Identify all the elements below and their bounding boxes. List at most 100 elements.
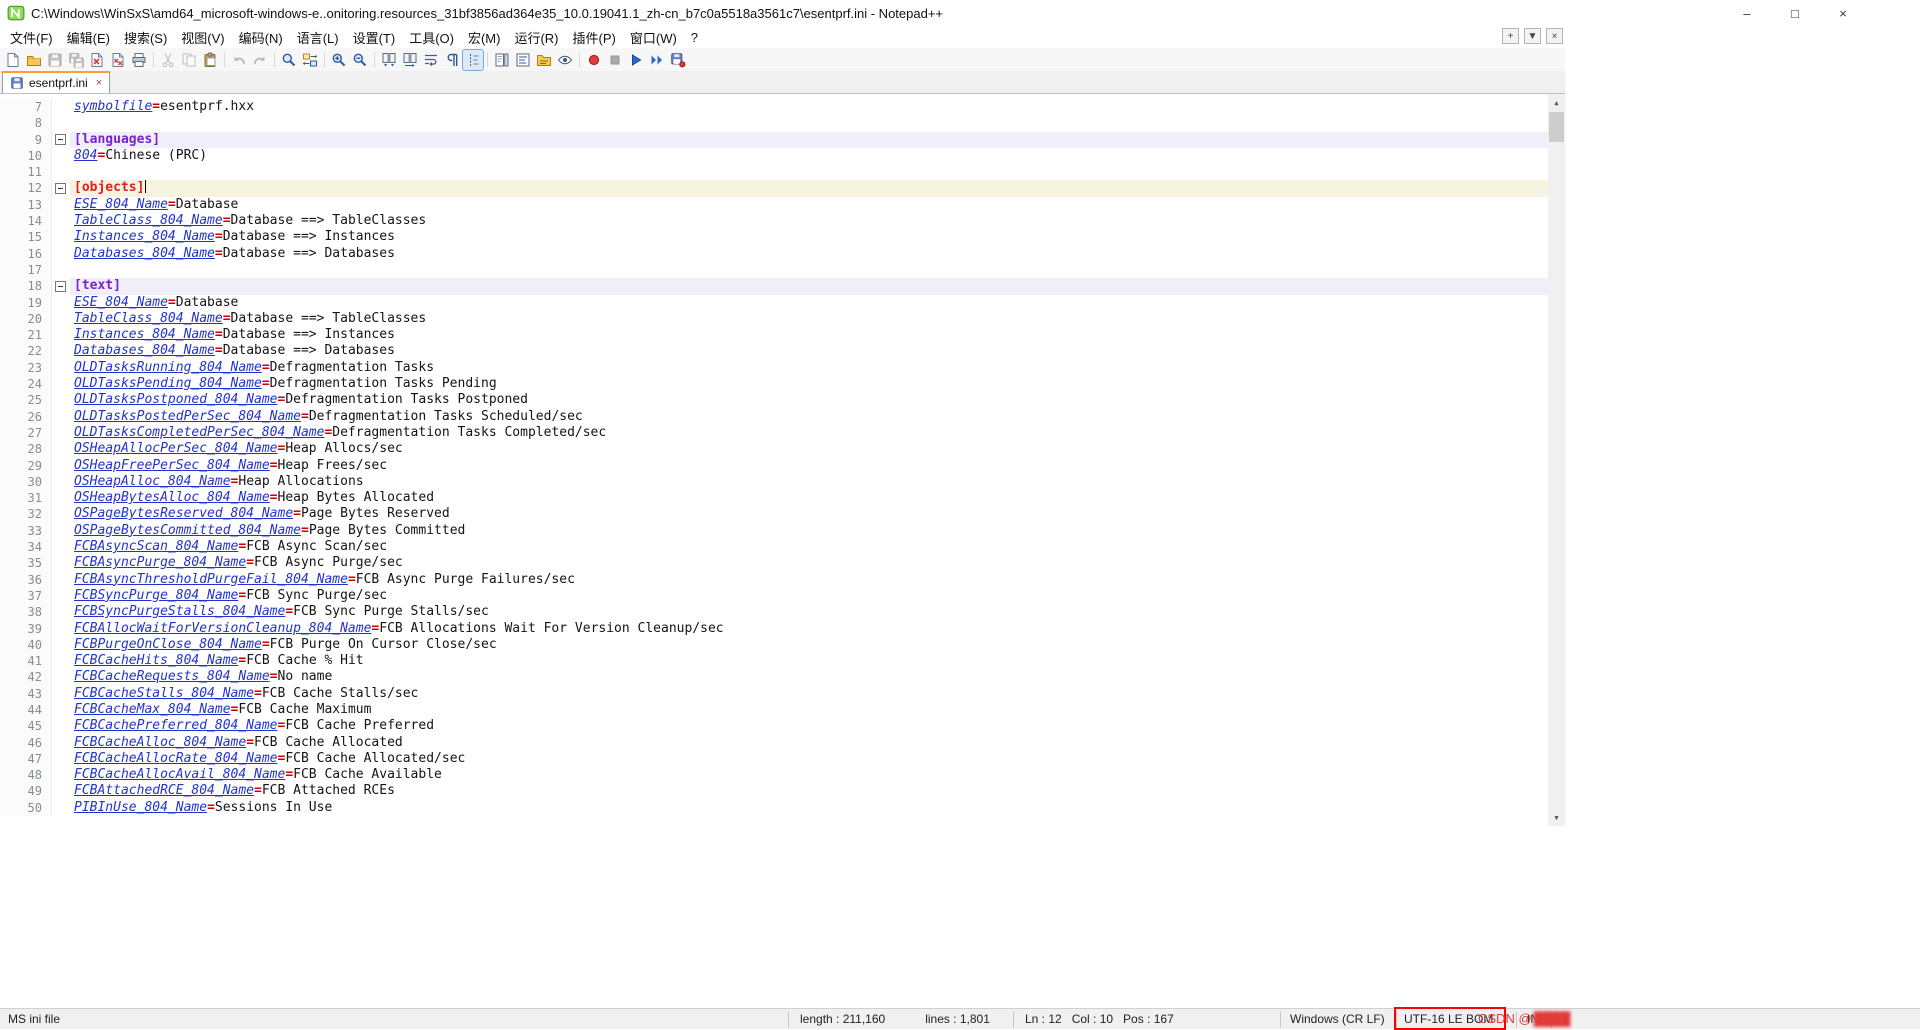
editor-line: 26 OLDTasksPostedPerSec_804_Name=Defragme… <box>0 408 1548 425</box>
editor-line: 45 FCBCachePreferred_804_Name=FCB Cache P… <box>0 718 1548 735</box>
tab-esentprf-ini[interactable]: esentprf.ini × <box>2 71 111 93</box>
menu-settings[interactable]: 设置(T) <box>346 26 403 49</box>
ini-key: TableClass_804_Name <box>74 213 223 229</box>
ini-value: Sessions In Use <box>214 799 333 815</box>
fold-margin <box>52 621 70 637</box>
ini-key: FCBPurgeOnClose_804_Name <box>74 636 262 652</box>
ini-key: OSHeapAlloc_804_Name <box>74 473 231 489</box>
maximize-button[interactable]: □ <box>1771 0 1819 26</box>
line-content: [objects] <box>70 180 1548 197</box>
record-macro-icon[interactable] <box>584 50 604 70</box>
fold-collapse-toggle[interactable] <box>55 280 66 292</box>
replace-icon[interactable] <box>300 50 320 70</box>
fold-margin <box>52 523 70 539</box>
monitoring-icon[interactable] <box>555 50 575 70</box>
close-button[interactable]: × <box>1819 0 1867 26</box>
editor-line: 12 [objects] <box>0 180 1548 197</box>
ini-key: FCBCacheMax_804_Name <box>74 701 231 717</box>
editor-line: 44 FCBCacheMax_804_Name=FCB Cache Maximum <box>0 701 1548 719</box>
menu-language[interactable]: 语言(L) <box>290 26 346 49</box>
sync-horizontal-icon[interactable] <box>400 50 420 70</box>
fold-collapse-toggle[interactable] <box>55 182 66 194</box>
menu-file[interactable]: 文件(F) <box>3 26 60 49</box>
minimize-button[interactable]: – <box>1723 0 1771 26</box>
status-cursor-position: Ln : 12 Col : 10 Pos : 167 <box>1025 1012 1174 1026</box>
line-content: FCBCacheMax_804_Name=FCB Cache Maximum <box>70 702 1548 718</box>
equals-sign: = <box>261 636 270 652</box>
fold-collapse-toggle[interactable] <box>55 134 66 146</box>
scroll-down-arrow[interactable]: ▼ <box>1548 809 1565 826</box>
line-content: OSPageBytesReserved_804_Name=Page Bytes … <box>70 506 1548 522</box>
zoom-out-icon[interactable] <box>350 50 370 70</box>
close-file-icon[interactable] <box>87 50 107 70</box>
line-number: 35 <box>0 555 52 572</box>
line-content: FCBCacheHits_804_Name=FCB Cache % Hit <box>70 653 1548 669</box>
section-header: [text] <box>74 278 121 294</box>
word-wrap-icon[interactable] <box>421 50 441 70</box>
show-all-characters-icon[interactable] <box>442 50 462 70</box>
line-content: symbolfile=esentprf.hxx <box>70 99 1548 115</box>
line-content: FCBCachePreferred_804_Name=FCB Cache Pre… <box>70 718 1548 734</box>
find-icon[interactable] <box>279 50 299 70</box>
tab-list-dropdown[interactable]: ▼ <box>1524 28 1541 44</box>
menu-search[interactable]: 搜索(S) <box>117 26 174 49</box>
save-macro-icon[interactable] <box>668 50 688 70</box>
close-all-icon[interactable] <box>108 50 128 70</box>
ini-value: Database ==> TableClasses <box>230 213 427 229</box>
editor[interactable]: 7 symbolfile=esentprf.hxx 8 9 [languages] 10 8… <box>0 94 1565 826</box>
editor-line: 42 FCBCacheRequests_804_Name=No name <box>0 669 1548 686</box>
menu-encoding[interactable]: 编码(N) <box>232 26 290 49</box>
ini-value: FCB Sync Purge/sec <box>246 587 388 603</box>
line-content: FCBAttachedRCE_804_Name=FCB Attached RCE… <box>70 783 1548 799</box>
menu-tools[interactable]: 工具(O) <box>402 26 461 49</box>
ini-key: OLDTasksCompletedPerSec_804_Name <box>74 424 325 440</box>
run-macro-multiple-icon[interactable] <box>647 50 667 70</box>
save-all-icon[interactable] <box>66 50 86 70</box>
redo-icon[interactable] <box>250 50 270 70</box>
open-folder-icon[interactable] <box>24 50 44 70</box>
indent-guide-icon[interactable] <box>462 48 484 71</box>
paste-icon[interactable] <box>200 50 220 70</box>
status-eol-format[interactable]: Windows (CR LF) <box>1290 1012 1385 1026</box>
equals-sign: = <box>269 490 278 506</box>
menu-run[interactable]: 运行(R) <box>507 26 565 49</box>
menu-macro[interactable]: 宏(M) <box>461 26 508 49</box>
menu-extras: + ▼ × <box>1502 28 1563 44</box>
line-content: FCBPurgeOnClose_804_Name=FCB Purge On Cu… <box>70 637 1548 653</box>
copy-icon[interactable] <box>179 50 199 70</box>
vertical-scrollbar[interactable]: ▲ ▼ <box>1548 94 1565 826</box>
scroll-thumb[interactable] <box>1549 112 1564 142</box>
undo-icon[interactable] <box>229 50 249 70</box>
folder-workspace-icon[interactable] <box>534 50 554 70</box>
line-content: OSHeapBytesAlloc_804_Name=Heap Bytes All… <box>70 490 1548 506</box>
cut-icon[interactable] <box>158 50 178 70</box>
status-encoding[interactable]: UTF-16 LE BOM <box>1404 1012 1493 1026</box>
line-number: 31 <box>0 490 52 507</box>
scroll-up-arrow[interactable]: ▲ <box>1548 94 1565 111</box>
save-icon[interactable] <box>45 50 65 70</box>
status-insert-mode[interactable]: INS <box>1527 1012 1547 1026</box>
menu-plugins[interactable]: 插件(P) <box>566 26 623 49</box>
doc-map-icon[interactable] <box>492 50 512 70</box>
menu-view[interactable]: 视图(V) <box>174 26 231 49</box>
function-list-icon[interactable] <box>513 50 533 70</box>
print-icon[interactable] <box>129 50 149 70</box>
line-number: 26 <box>0 408 52 425</box>
menu-edit[interactable]: 编辑(E) <box>60 26 117 49</box>
stop-macro-icon[interactable] <box>605 50 625 70</box>
line-content: FCBAsyncScan_804_Name=FCB Async Scan/sec <box>70 539 1548 555</box>
new-tab-button[interactable]: + <box>1502 28 1519 44</box>
line-number: 22 <box>0 343 52 360</box>
menu-window[interactable]: 窗口(W) <box>623 26 684 49</box>
equals-sign: = <box>261 359 270 375</box>
extra-close-button[interactable]: × <box>1546 28 1563 44</box>
sync-vertical-icon[interactable] <box>379 50 399 70</box>
equals-sign: = <box>214 327 223 343</box>
editor-line: 7 symbolfile=esentprf.hxx <box>0 99 1548 116</box>
menu-help[interactable]: ? <box>684 28 705 47</box>
tab-close-icon[interactable]: × <box>96 77 102 89</box>
zoom-in-icon[interactable] <box>329 50 349 70</box>
new-file-icon[interactable] <box>3 50 23 70</box>
play-macro-icon[interactable] <box>626 50 646 70</box>
fold-margin <box>52 735 70 751</box>
